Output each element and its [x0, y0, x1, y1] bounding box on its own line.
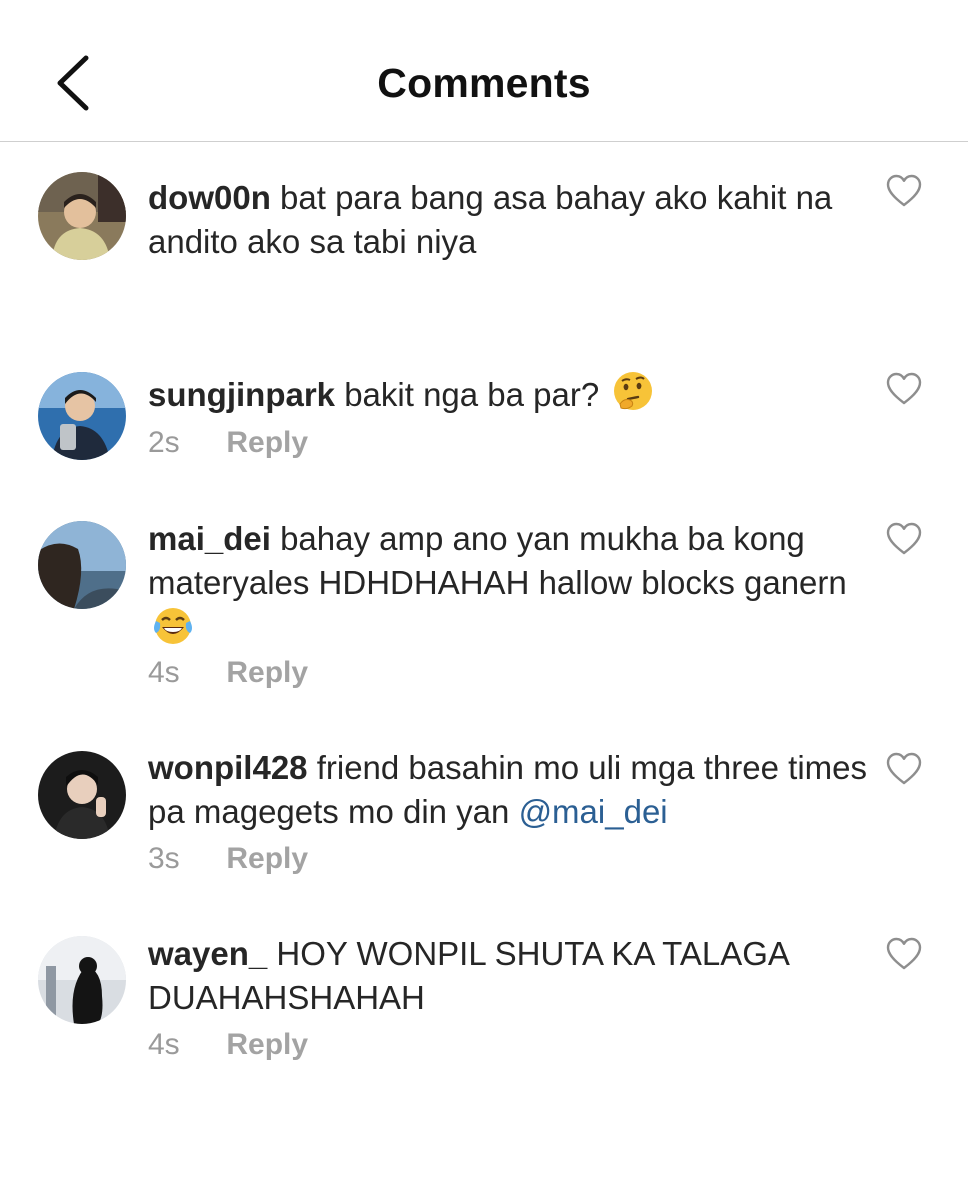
comment-text: mai_dei bahay amp ano yan mukha ba kong … [148, 517, 878, 658]
avatar[interactable] [38, 372, 126, 460]
comment-time: 2s [148, 426, 180, 459]
page-title: Comments [377, 60, 591, 106]
reply-button[interactable]: Reply [226, 656, 308, 689]
comment-username[interactable]: wonpil428 [148, 749, 308, 786]
comment-time: 4s [148, 1028, 180, 1061]
heart-icon [886, 522, 922, 555]
comment-meta: 2s Reply [148, 426, 308, 460]
heart-icon [886, 752, 922, 785]
heart-icon [886, 174, 922, 207]
like-button[interactable] [886, 937, 922, 971]
comment-meta: 3s Reply [148, 842, 308, 876]
comment-text: wonpil428 friend basahin mo uli mga thre… [148, 746, 878, 834]
reply-button[interactable]: Reply [226, 426, 308, 459]
comment-meta: 4s Reply [148, 1028, 308, 1062]
comment-username[interactable]: wayen_ [148, 935, 267, 972]
comment-username[interactable]: sungjinpark [148, 376, 335, 413]
reply-button[interactable]: Reply [226, 1028, 308, 1061]
tears-of-joy-emoji [152, 605, 194, 658]
avatar[interactable] [38, 521, 126, 609]
thinking-face-emoji [612, 370, 654, 423]
comment-time: 4s [148, 656, 180, 689]
comment-text: sungjinpark bakit nga ba par? [148, 370, 878, 423]
comment-username[interactable]: dow00n [148, 179, 271, 216]
heart-icon [886, 372, 922, 405]
comment-meta: 4s Reply [148, 656, 308, 690]
avatar[interactable] [38, 751, 126, 839]
comment-text: wayen_ HOY WONPIL SHUTA KA TALAGA DUAHAH… [148, 932, 878, 1020]
comment-text: dow00n bat para bang asa bahay ako kahit… [148, 176, 878, 264]
like-button[interactable] [886, 522, 922, 556]
avatar[interactable] [38, 936, 126, 1024]
like-button[interactable] [886, 752, 922, 786]
like-button[interactable] [886, 174, 922, 208]
like-button[interactable] [886, 372, 922, 406]
reply-button[interactable]: Reply [226, 842, 308, 875]
comment-time: 3s [148, 842, 180, 875]
mention-link[interactable]: @mai_dei [519, 793, 668, 830]
header-bar: Comments [0, 0, 968, 142]
comment-body: bakit nga ba par? [344, 376, 600, 413]
comment-username[interactable]: mai_dei [148, 520, 271, 557]
heart-icon [886, 937, 922, 970]
avatar[interactable] [38, 172, 126, 260]
